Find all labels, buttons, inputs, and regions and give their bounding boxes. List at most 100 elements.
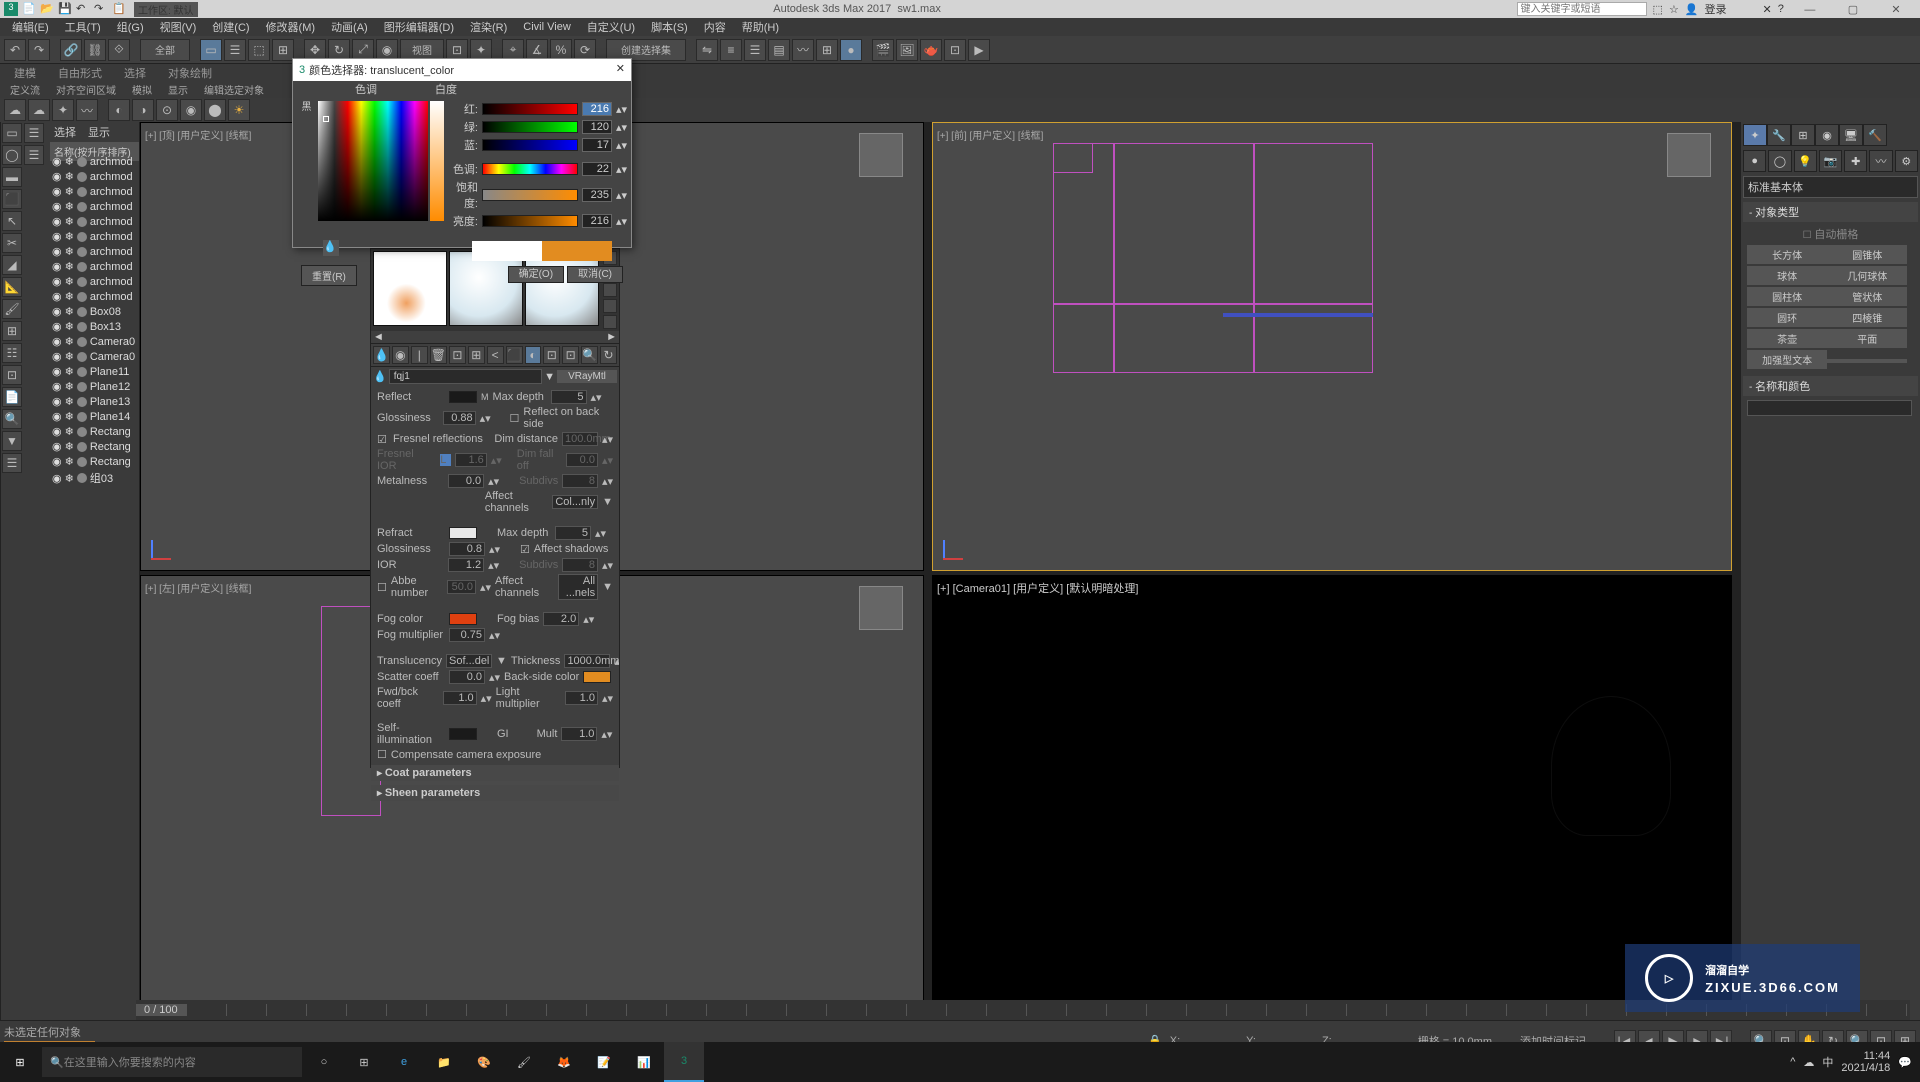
metalness-spinner[interactable]: 0.0 xyxy=(448,474,484,488)
maxdepth-spinner[interactable]: 5 xyxy=(551,390,587,404)
me-tb-1[interactable]: 💧 xyxy=(373,346,390,364)
create-geom-icon[interactable]: ● xyxy=(1743,150,1766,172)
create-object-button[interactable]: 茶壶 xyxy=(1747,329,1827,348)
help-icon[interactable]: ? xyxy=(1778,3,1784,15)
render-setup-button[interactable]: 🎬 xyxy=(872,39,894,61)
color-slider[interactable] xyxy=(482,103,578,115)
cmd-tab-motion[interactable]: ◉ xyxy=(1815,124,1839,146)
selfmult-spinner[interactable]: 1.0 xyxy=(561,727,597,741)
outliner-select-tab[interactable]: 选择 xyxy=(54,124,76,140)
me-tb-6[interactable]: ⊞ xyxy=(468,346,485,364)
viewport-front[interactable]: [+] [前] [用户定义] [线框] xyxy=(932,122,1732,571)
menu-graph[interactable]: 图形编辑器(D) xyxy=(376,19,462,35)
cmd-tab-utilities[interactable]: 🔨 xyxy=(1863,124,1887,146)
render-region-button[interactable]: ⊡ xyxy=(944,39,966,61)
menu-script[interactable]: 脚本(S) xyxy=(643,19,696,35)
create-object-button[interactable]: 圆柱体 xyxy=(1747,287,1827,306)
slot-scroll-left[interactable]: ◄ xyxy=(373,331,384,343)
create-space-icon[interactable]: 〰 xyxy=(1869,150,1892,172)
app-icon-2[interactable]: 🖌 xyxy=(504,1042,544,1082)
outliner-item[interactable]: ◉❄Plane12 xyxy=(50,379,139,394)
reset-button[interactable]: 重置(R) xyxy=(301,265,357,286)
dialog-close-button[interactable]: ✕ xyxy=(616,62,625,78)
backside-swatch[interactable] xyxy=(583,671,611,683)
tab-selection[interactable]: 选择 xyxy=(114,65,156,81)
curve-editor-button[interactable]: 〰 xyxy=(792,39,814,61)
undo-icon[interactable]: ↶ xyxy=(76,2,90,16)
user-icon[interactable]: 👤 xyxy=(1685,3,1699,16)
color-value-field[interactable]: 235 xyxy=(582,188,612,202)
timeline-frame-indicator[interactable]: 0 / 100 xyxy=(136,1004,186,1016)
firefox-icon[interactable]: 🦊 xyxy=(544,1042,584,1082)
outliner-item[interactable]: ◉❄archmod xyxy=(50,274,139,289)
me-tb-9[interactable]: ◐ xyxy=(525,346,542,364)
window-crossing-button[interactable]: ⊞ xyxy=(272,39,294,61)
ok-button[interactable]: 确定(O) xyxy=(508,266,564,283)
outliner-item[interactable]: ◉❄archmod xyxy=(50,289,139,304)
color-slider[interactable] xyxy=(482,163,578,175)
color-value-field[interactable]: 216 xyxy=(582,102,612,116)
notifications-icon[interactable]: 💬 xyxy=(1898,1056,1912,1069)
lt-5[interactable]: ↖ xyxy=(2,211,22,231)
color-slider[interactable] xyxy=(482,189,578,201)
lt-8[interactable]: 📐 xyxy=(2,277,22,297)
outliner-item[interactable]: ◉❄Camera0 xyxy=(50,334,139,349)
outliner-item[interactable]: ◉❄archmod xyxy=(50,229,139,244)
start-button[interactable]: ⊞ xyxy=(0,1042,40,1082)
menu-help[interactable]: 帮助(H) xyxy=(734,19,787,35)
create-object-button[interactable]: 四棱锥 xyxy=(1827,308,1907,327)
lt-2[interactable]: ◯ xyxy=(2,145,22,165)
maximize-button[interactable]: ▢ xyxy=(1833,3,1873,16)
layers-button[interactable]: ☰ xyxy=(744,39,766,61)
ltb-2[interactable]: ☰ xyxy=(24,145,44,165)
selfillum-swatch[interactable] xyxy=(449,728,477,740)
viewcube-icon[interactable] xyxy=(859,586,903,630)
refr-affect-dropdown[interactable]: All ...nels xyxy=(558,574,598,600)
tab-modeling[interactable]: 建模 xyxy=(4,65,46,81)
me-tb-7[interactable]: < xyxy=(487,346,504,364)
scatter-spinner[interactable]: 0.0 xyxy=(449,670,485,684)
menu-render[interactable]: 渲染(R) xyxy=(462,19,515,35)
cmd-tab-display[interactable]: 🖥 xyxy=(1839,124,1863,146)
me-tb-12[interactable]: 🔍 xyxy=(581,346,598,364)
lt-4[interactable]: ⬛ xyxy=(2,189,22,209)
lt-1[interactable]: ▭ xyxy=(2,123,22,143)
render-frame-button[interactable]: 🖼 xyxy=(896,39,918,61)
toolbar-glyph-icon[interactable]: ⬚ xyxy=(1653,3,1663,16)
lightmult-spinner[interactable]: 1.0 xyxy=(565,691,598,705)
create-camera-icon[interactable]: 📷 xyxy=(1819,150,1842,172)
cmd-tab-create[interactable]: ✦ xyxy=(1743,124,1767,146)
outliner-item[interactable]: ◉❄Rectang xyxy=(50,424,139,439)
color-value-field[interactable]: 17 xyxy=(582,138,612,152)
cloud-icon[interactable]: ☁ xyxy=(4,99,26,121)
viewcube-icon[interactable] xyxy=(859,133,903,177)
wind-icon[interactable]: 〰 xyxy=(76,99,98,121)
tool5-icon[interactable]: ◐ xyxy=(108,99,130,121)
thickness-spinner[interactable]: 1000.0mm xyxy=(564,654,610,668)
create-shape-icon[interactable]: ◯ xyxy=(1768,150,1791,172)
lt-7[interactable]: ◢ xyxy=(2,255,22,275)
login-link[interactable]: 登录 xyxy=(1705,1,1727,17)
me-tb-13[interactable]: ↻ xyxy=(600,346,617,364)
create-object-button[interactable]: 球体 xyxy=(1747,266,1827,285)
menu-civil[interactable]: Civil View xyxy=(515,21,578,33)
menu-modifiers[interactable]: 修改器(M) xyxy=(258,19,324,35)
outliner-item[interactable]: ◉❄组03 xyxy=(50,469,139,487)
me-tb-11[interactable]: ⊡ xyxy=(562,346,579,364)
ribbon-button[interactable]: ▤ xyxy=(768,39,790,61)
outliner-item[interactable]: ◉❄Box13 xyxy=(50,319,139,334)
rollout-name-color[interactable]: - 名称和颜色 xyxy=(1743,376,1918,396)
cancel-button[interactable]: 取消(C) xyxy=(567,266,623,283)
align-button[interactable]: ≡ xyxy=(720,39,742,61)
me-tb-3[interactable]: | xyxy=(411,346,428,364)
workspace-dropdown[interactable]: 工作区: 默认 xyxy=(134,2,198,17)
unlink-button[interactable]: ⛓ xyxy=(84,39,106,61)
tray-cloud-icon[interactable]: ☁ xyxy=(1803,1056,1814,1069)
app-icon-1[interactable]: 🎨 xyxy=(464,1042,504,1082)
create-object-button[interactable]: 加强型文本 xyxy=(1747,350,1827,369)
outliner-item[interactable]: ◉❄Plane13 xyxy=(50,394,139,409)
outliner-item[interactable]: ◉❄Camera0 xyxy=(50,349,139,364)
ior-spinner[interactable]: 1.2 xyxy=(448,558,484,572)
auto-grid-check[interactable]: ☐ 自动栅格 xyxy=(1747,226,1914,242)
me-tb-5[interactable]: ⊡ xyxy=(449,346,466,364)
